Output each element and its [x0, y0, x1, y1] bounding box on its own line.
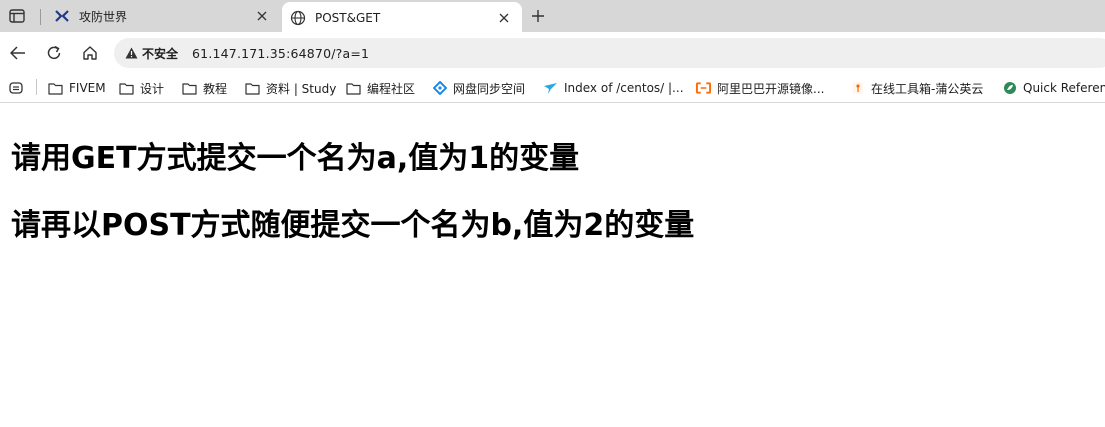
bookmark-label: Index of /centos/ |... — [564, 81, 684, 95]
tab-xctf[interactable]: 攻防世界 — [44, 0, 280, 32]
warning-icon[interactable] — [124, 46, 138, 60]
bookmarks-bar: FIVEM 设计 教程 资料 | Study 编程社区 网盘同步空间 Index… — [0, 74, 1105, 103]
bookmark-label: Quick Reference — [1023, 81, 1105, 95]
aliyun-icon — [696, 81, 711, 96]
back-arrow-icon — [10, 46, 25, 60]
globe-icon — [290, 10, 306, 26]
bookmark-label: FIVEM — [69, 81, 106, 95]
home-button[interactable] — [79, 42, 101, 64]
bookmark-label: 教程 — [203, 81, 228, 96]
bookmark-fivem[interactable]: FIVEM — [48, 79, 106, 97]
bookmark-cloud-sync[interactable]: 网盘同步空间 — [432, 79, 525, 97]
bookmark-label: 阿里巴巴开源镜像... — [717, 81, 825, 96]
tab-title: 攻防世界 — [79, 9, 128, 24]
bookmark-design[interactable]: 设计 — [119, 79, 164, 97]
folder-icon — [245, 81, 260, 96]
bookmark-tutorials[interactable]: 教程 — [182, 79, 227, 97]
reading-list-icon — [8, 81, 23, 96]
home-icon — [83, 46, 97, 60]
close-icon[interactable] — [252, 6, 272, 26]
bookmark-aliyun-mirror[interactable]: 阿里巴巴开源镜像... — [696, 79, 824, 97]
navigation-toolbar: 不安全 61.147.171.35:64870/?a=1 — [0, 32, 1105, 74]
reading-list-button[interactable] — [8, 79, 29, 97]
reload-button[interactable] — [43, 42, 65, 64]
plus-icon — [532, 10, 544, 22]
reload-icon — [47, 45, 61, 60]
bookmark-coding-community[interactable]: 编程社区 — [346, 79, 415, 97]
tool-icon — [850, 81, 865, 96]
back-button[interactable] — [7, 42, 29, 64]
xctf-logo-icon — [54, 8, 70, 24]
address-bar[interactable]: 不安全 61.147.171.35:64870/?a=1 — [114, 38, 1105, 68]
url-text[interactable]: 61.147.171.35:64870/?a=1 — [192, 46, 369, 61]
bookmarks-divider — [36, 79, 37, 95]
security-label[interactable]: 不安全 — [142, 45, 178, 62]
leaf-icon — [1002, 81, 1017, 96]
bookmark-label: 设计 — [140, 81, 165, 96]
new-tab-button[interactable] — [528, 6, 548, 26]
page-heading-get: 请用GET方式提交一个名为a,值为1的变量 — [11, 141, 580, 176]
bookmark-quick-reference[interactable]: Quick Reference — [1002, 79, 1105, 97]
close-icon[interactable] — [494, 8, 514, 28]
bookmark-label: 网盘同步空间 — [453, 81, 526, 96]
tab-post-get[interactable]: POST&GET — [282, 2, 522, 34]
folder-icon — [119, 81, 134, 96]
bookmark-study[interactable]: 资料 | Study — [245, 79, 336, 97]
bookmark-label: 资料 | Study — [266, 81, 337, 96]
bookmark-centos-index[interactable]: Index of /centos/ |... — [543, 79, 684, 97]
sync-diamond-icon — [432, 81, 447, 96]
tab-actions-icon[interactable] — [6, 6, 28, 26]
page-heading-post: 请再以POST方式随便提交一个名为b,值为2的变量 — [11, 208, 695, 243]
tab-divider — [40, 9, 41, 25]
folder-icon — [182, 81, 197, 96]
folder-icon — [48, 81, 63, 96]
page-content: 请用GET方式提交一个名为a,值为1的变量 请再以POST方式随便提交一个名为b… — [0, 103, 1105, 427]
folder-icon — [346, 81, 361, 96]
bookmark-online-toolbox[interactable]: 在线工具箱-蒲公英云 — [850, 79, 983, 97]
bookmark-label: 编程社区 — [367, 81, 416, 96]
bookmark-label: 在线工具箱-蒲公英云 — [871, 81, 984, 96]
tab-strip: 攻防世界 POST&GET — [0, 0, 1105, 34]
tab-title: POST&GET — [315, 11, 381, 25]
bird-icon — [543, 81, 558, 96]
